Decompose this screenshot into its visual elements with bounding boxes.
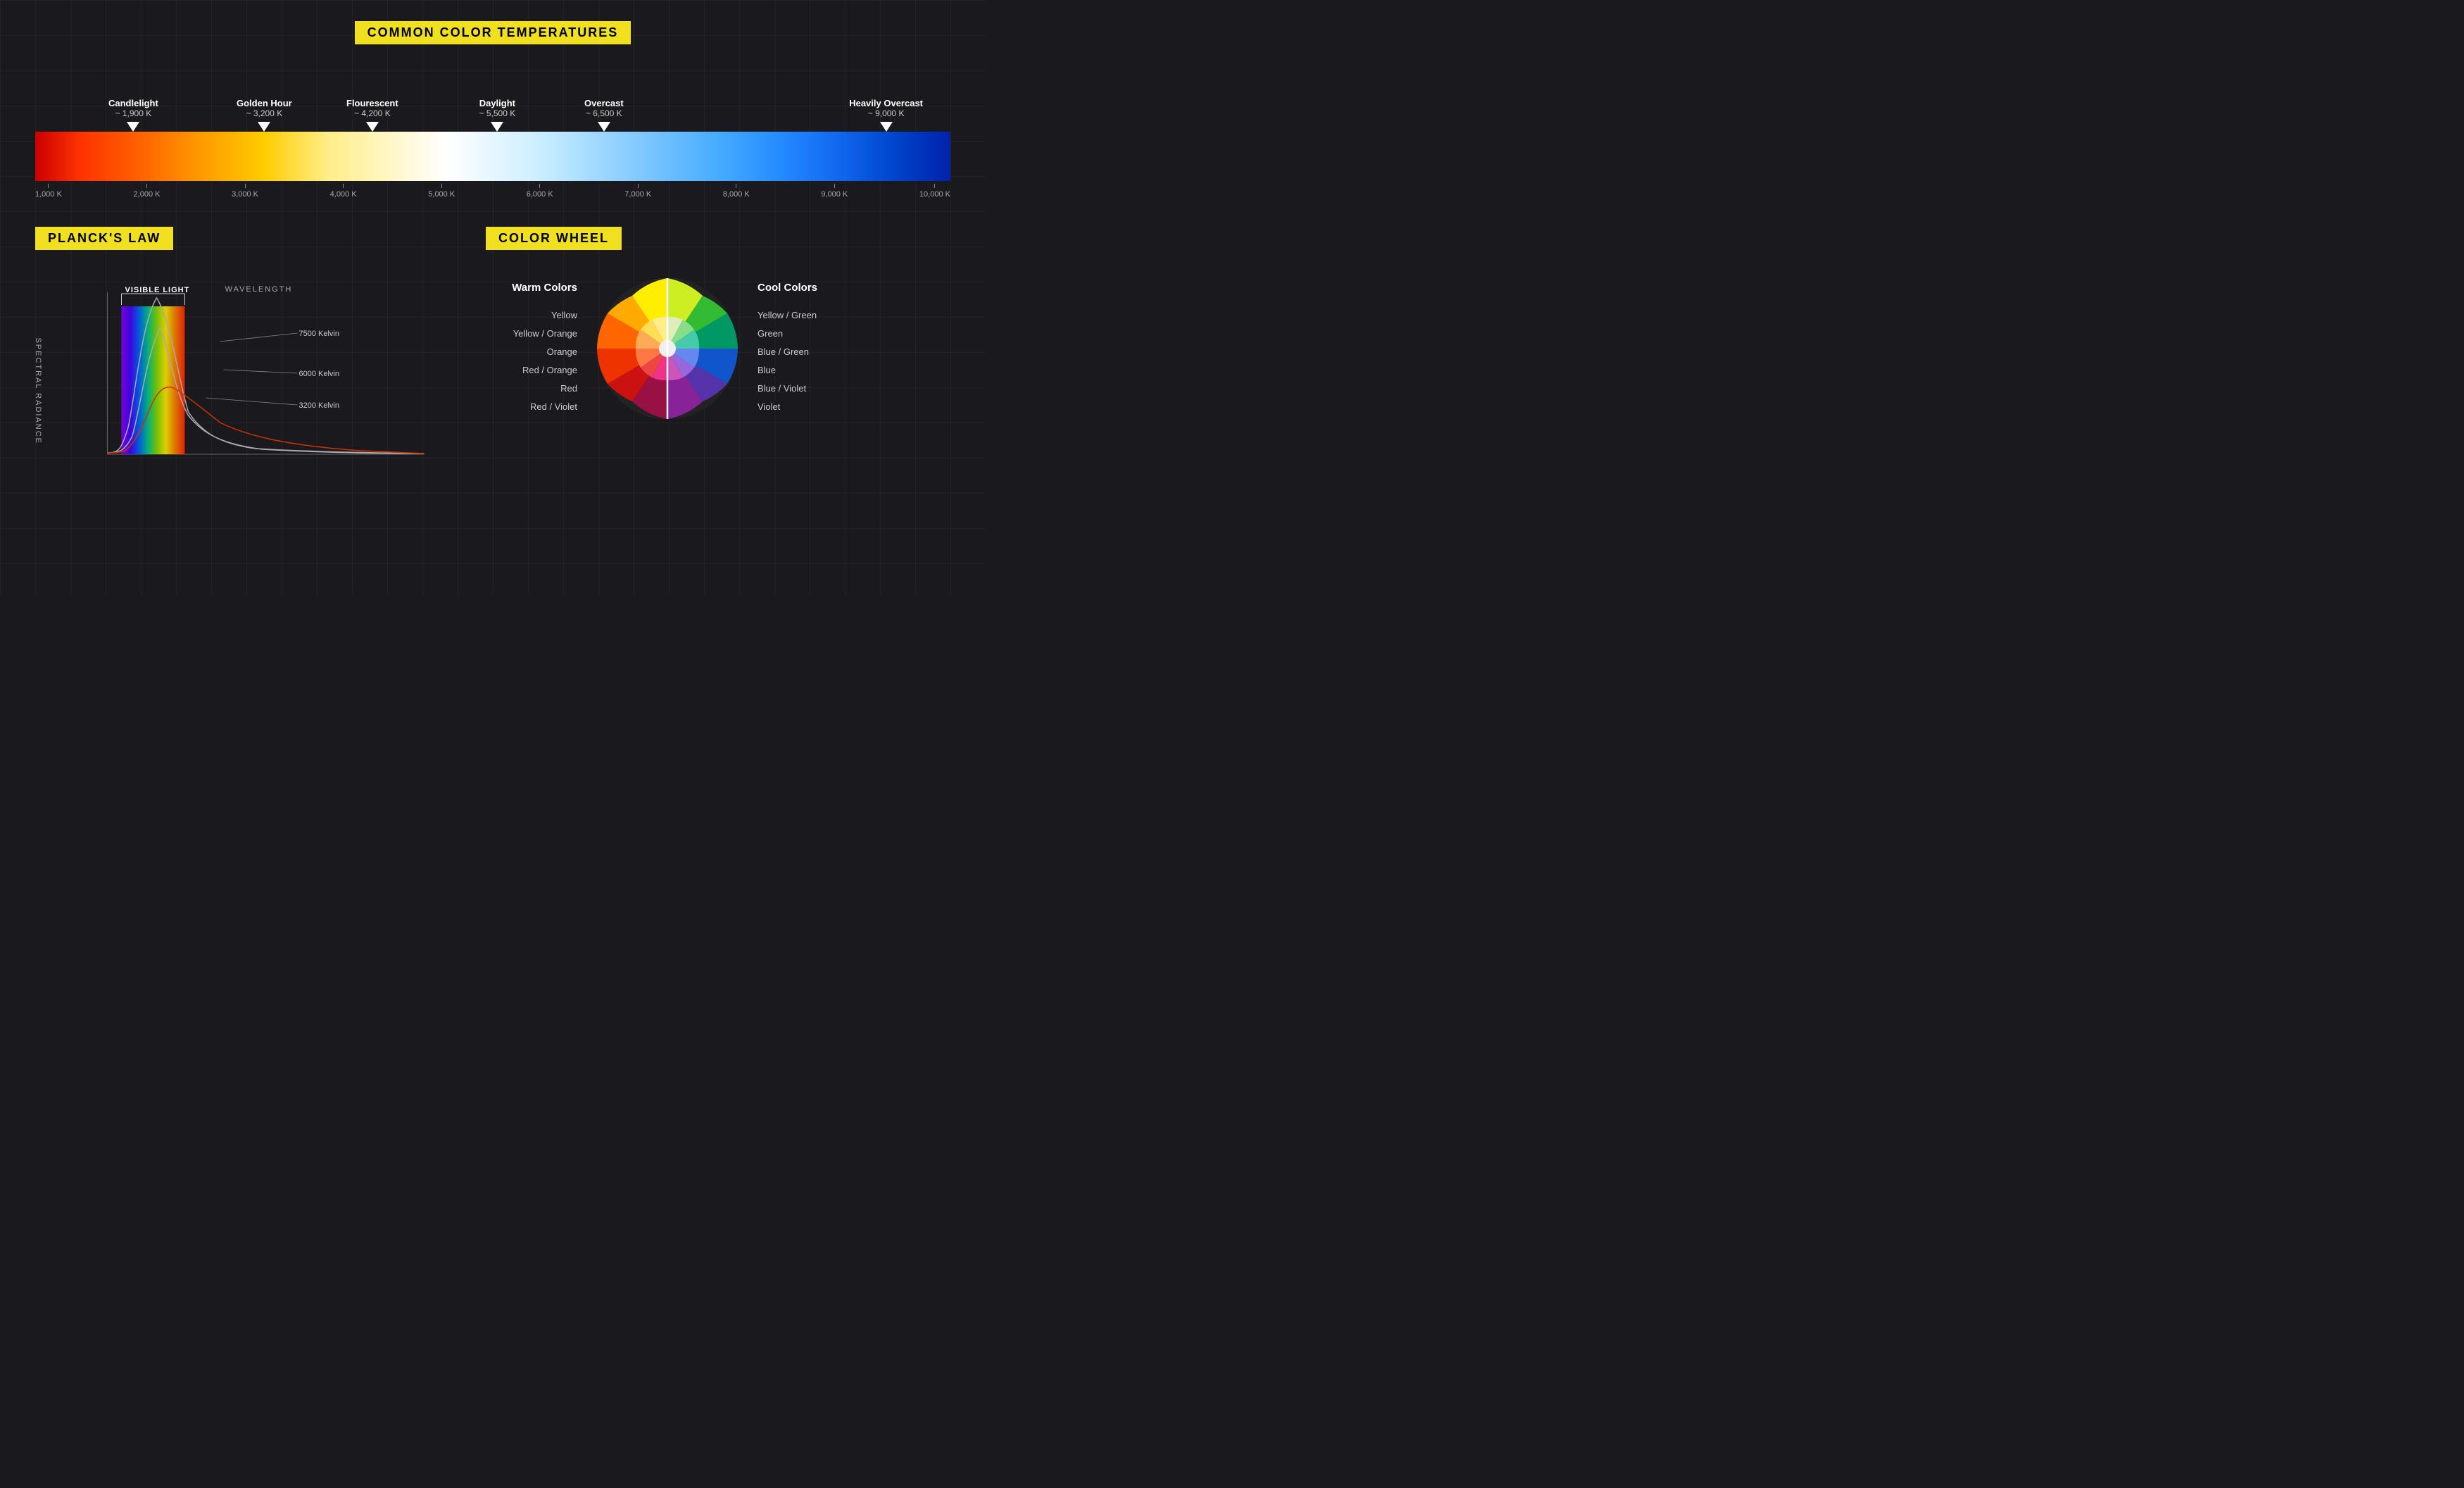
y-axis-label: SPECTRAL RADIANCE — [34, 299, 42, 482]
bottom-section: PLANCK'S LAW SPECTRAL RADIANCE — [35, 227, 950, 496]
warm-label-red-violet: Red / Violet — [530, 398, 577, 416]
tick-10000: 10,000 K — [919, 184, 950, 199]
colorwheel-layout: Warm Colors Yellow Yellow / Orange Orang… — [486, 271, 950, 426]
cool-label-blue-violet: Blue / Violet — [758, 380, 806, 398]
cool-label-violet: Violet — [758, 398, 780, 416]
label-flourescent-val: ~ 4,200 K — [354, 108, 391, 118]
label-golden: Golden Hour — [237, 98, 292, 108]
tick-8000: 8,000 K — [723, 184, 750, 199]
tick-4000: 4,000 K — [330, 184, 357, 199]
label-candlelight-val: ~ 1,900 K — [115, 108, 152, 118]
arrow-overcast — [598, 122, 610, 132]
arrow-daylight — [491, 122, 503, 132]
arrow-flourescent — [366, 122, 379, 132]
label-overcast-val: ~ 6,500 K — [586, 108, 622, 118]
warm-header-group: Warm Colors — [512, 282, 577, 301]
plancks-section: PLANCK'S LAW SPECTRAL RADIANCE — [35, 227, 444, 496]
svg-text:VISIBLE LIGHT: VISIBLE LIGHT — [125, 286, 190, 294]
tick-3000: 3,000 K — [232, 184, 258, 199]
arrow-candlelight — [127, 122, 139, 132]
arrow-heavily — [880, 122, 893, 132]
tick-6000: 6,000 K — [527, 184, 553, 199]
tick-1000: 1,000 K — [35, 184, 62, 199]
page-wrapper: COMMON COLOR TEMPERATURES Candlelight ~ … — [0, 0, 986, 518]
temp-label-row: Candlelight ~ 1,900 K Golden Hour ~ 3,20… — [35, 82, 950, 132]
tick-5000: 5,000 K — [428, 184, 455, 199]
plancks-title-badge: PLANCK'S LAW — [35, 227, 173, 250]
temp-title-badge: COMMON COLOR TEMPERATURES — [355, 21, 631, 44]
planck-chart-area: SPECTRAL RADIANCE — [35, 285, 444, 496]
label-heavily-val: ~ 9,000 K — [868, 108, 905, 118]
chart-inner: 7500 Kelvin 6000 Kelvin 3200 Kelvin VISI… — [74, 285, 436, 475]
cool-label-yellow-green: Yellow / Green — [758, 306, 817, 325]
colorwheel-section: COLOR WHEEL Warm Colors Yellow Yellow / … — [486, 227, 950, 496]
cool-labels: Cool Colors Yellow / Green Green Blue / … — [758, 282, 849, 416]
color-bar-container — [35, 132, 950, 181]
cool-label-blue: Blue — [758, 361, 776, 380]
colorwheel-title-badge: COLOR WHEEL — [486, 227, 622, 250]
color-bar — [35, 132, 950, 181]
label-daylight-val: ~ 5,500 K — [479, 108, 516, 118]
wheel-wrapper — [590, 271, 745, 426]
cool-header-group: Cool Colors — [758, 282, 817, 301]
label-overcast: Overcast — [584, 98, 624, 108]
arrow-golden — [258, 122, 270, 132]
planck-svg: 7500 Kelvin 6000 Kelvin 3200 Kelvin VISI… — [74, 285, 436, 475]
tick-2000: 2,000 K — [134, 184, 161, 199]
warm-label-red: Red — [560, 380, 577, 398]
label-daylight: Daylight — [479, 98, 515, 108]
warm-header: Warm Colors — [512, 282, 577, 294]
warm-label-orange: Orange — [547, 343, 577, 361]
svg-text:3200 Kelvin: 3200 Kelvin — [299, 401, 340, 410]
cool-label-green: Green — [758, 325, 783, 343]
label-heavily: Heavily Overcast — [849, 98, 923, 108]
label-flourescent: Flourescent — [346, 98, 398, 108]
wheel-svg — [590, 271, 745, 426]
svg-text:6000 Kelvin: 6000 Kelvin — [299, 370, 340, 378]
tick-9000: 9,000 K — [821, 184, 848, 199]
label-golden-val: ~ 3,200 K — [246, 108, 283, 118]
temperature-section: COMMON COLOR TEMPERATURES Candlelight ~ … — [35, 21, 950, 199]
tick-7000: 7,000 K — [624, 184, 651, 199]
warm-labels: Warm Colors Yellow Yellow / Orange Orang… — [486, 282, 577, 416]
cool-header: Cool Colors — [758, 282, 817, 294]
warm-label-red-orange: Red / Orange — [522, 361, 577, 380]
cool-label-blue-green: Blue / Green — [758, 343, 809, 361]
warm-label-yellow-orange: Yellow / Orange — [513, 325, 577, 343]
warm-label-yellow: Yellow — [551, 306, 577, 325]
svg-text:7500 Kelvin: 7500 Kelvin — [299, 330, 340, 338]
label-candlelight: Candlelight — [108, 98, 158, 108]
tick-row: 1,000 K 2,000 K 3,000 K 4,000 K 5,000 K … — [35, 181, 950, 199]
temp-title: COMMON COLOR TEMPERATURES — [35, 21, 950, 65]
